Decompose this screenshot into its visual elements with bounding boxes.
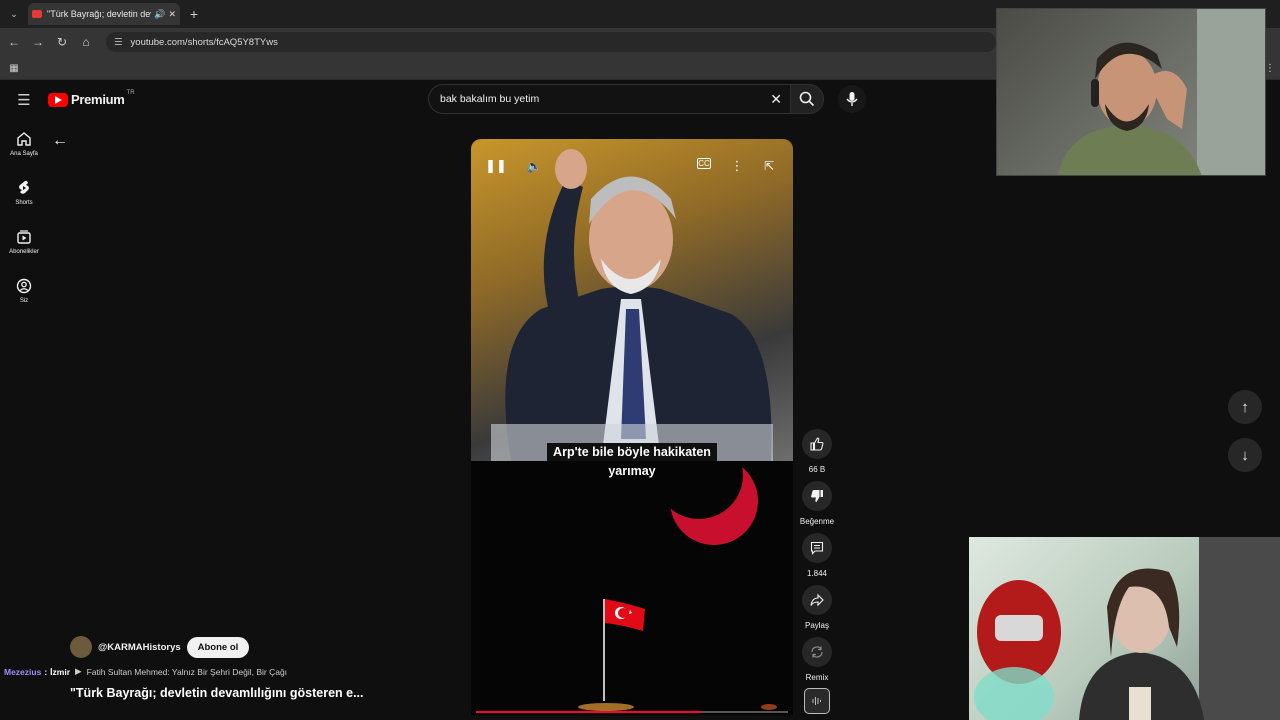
comments-circle[interactable] bbox=[802, 533, 832, 563]
remix-button[interactable]: Remix bbox=[801, 637, 833, 682]
video-progress-bar[interactable] bbox=[476, 711, 788, 713]
channel-info: @KARMAHistorys Abone ol bbox=[70, 636, 250, 658]
like-button[interactable]: 66 B bbox=[801, 429, 833, 474]
dislike-circle[interactable] bbox=[802, 481, 832, 511]
tab-list-icon[interactable]: ⌄ bbox=[6, 6, 22, 22]
shorts-video-player[interactable]: ❚❚ 🔈 CC ⋮ ⇱ Arp'te bile böyle hakikaten … bbox=[471, 139, 793, 715]
comment-count: 1.844 bbox=[806, 569, 828, 578]
share-icon bbox=[810, 593, 824, 607]
menu-icon[interactable]: ☰ bbox=[16, 92, 32, 109]
chat-separator: : bbox=[44, 666, 48, 677]
channel-handle[interactable]: @KARMAHistorys bbox=[98, 642, 181, 653]
address-bar[interactable]: ☰ youtube.com/shorts/fcAQ5Y8TYws bbox=[106, 32, 996, 52]
video-frame-flag bbox=[471, 431, 793, 715]
back-icon[interactable]: ← bbox=[6, 34, 22, 50]
sidebar-item-label: Ana Sayfa bbox=[10, 151, 38, 157]
moon-and-flag-scene bbox=[578, 431, 777, 711]
apps-grid-icon[interactable]: ▦ bbox=[6, 60, 22, 76]
chat-message: İzmir bbox=[50, 666, 71, 677]
share-button[interactable]: Paylaş bbox=[801, 585, 833, 630]
fullscreen-icon[interactable]: ⇱ bbox=[761, 158, 777, 174]
volume-icon[interactable]: 🔈 bbox=[526, 158, 542, 174]
search-value: bak bakalım bu yetim bbox=[440, 93, 540, 105]
subtitle-text-1: Arp'te bile böyle hakikaten bbox=[547, 443, 717, 461]
youtube-favicon-icon bbox=[32, 10, 42, 18]
browser-tab[interactable]: "Türk Bayrağı; devletin deva 🔊 ✕ bbox=[28, 3, 180, 25]
microphone-icon bbox=[846, 92, 858, 106]
more-options-icon[interactable]: ⋮ bbox=[729, 158, 745, 174]
search-button[interactable] bbox=[790, 84, 824, 114]
logo-text: Premium bbox=[71, 92, 125, 107]
like-count: 66 B bbox=[808, 465, 826, 474]
dislike-label: Beğenme bbox=[799, 517, 835, 526]
sidebar-item-home[interactable]: Ana Sayfa bbox=[0, 131, 48, 157]
video-title[interactable]: "Türk Bayrağı; devletin devamlılığını gö… bbox=[70, 686, 364, 700]
subscriptions-icon bbox=[17, 230, 31, 244]
suggested-video-title[interactable]: Fatih Sultan Mehmed: Yalnız Bir Şehri De… bbox=[87, 667, 287, 677]
back-arrow-icon[interactable]: ← bbox=[52, 132, 68, 149]
like-circle[interactable] bbox=[802, 429, 832, 459]
thumbs-down-icon bbox=[811, 490, 823, 502]
sidebar-item-subscriptions[interactable]: Abonelikler bbox=[0, 229, 48, 255]
youtube-logo-icon bbox=[48, 92, 68, 107]
streamer-webcam-2 bbox=[969, 537, 1280, 720]
forward-icon[interactable]: → bbox=[30, 34, 46, 50]
play-suggestion-icon: ▶ bbox=[75, 666, 82, 676]
progress-fill bbox=[476, 711, 701, 713]
remix-icon bbox=[811, 646, 823, 658]
home-browser-icon[interactable]: ⌂ bbox=[78, 34, 94, 50]
clear-search-icon[interactable]: ✕ bbox=[770, 91, 782, 108]
sidebar-item-label: Abonelikler bbox=[9, 249, 39, 255]
site-settings-icon[interactable]: ☰ bbox=[114, 37, 123, 48]
remix-circle[interactable] bbox=[802, 637, 832, 667]
pause-icon[interactable]: ❚❚ bbox=[485, 158, 507, 174]
share-label: Paylaş bbox=[804, 621, 829, 630]
sidebar-item-you[interactable]: Siz bbox=[0, 278, 48, 304]
subtitle-line-1: Arp'te bile böyle hakikaten bbox=[471, 443, 793, 461]
comment-icon bbox=[810, 541, 824, 555]
tab-title: "Türk Bayrağı; devletin deva bbox=[47, 9, 152, 19]
search-icon bbox=[799, 91, 815, 107]
url-text: youtube.com/shorts/fcAQ5Y8TYws bbox=[130, 36, 278, 48]
dislike-button[interactable]: Beğenme bbox=[799, 481, 835, 526]
account-icon bbox=[16, 278, 32, 294]
search-input[interactable]: bak bakalım bu yetim ✕ bbox=[428, 84, 790, 114]
subscribe-button[interactable]: Abone ol bbox=[186, 636, 250, 658]
voice-search-button[interactable] bbox=[838, 85, 866, 113]
comments-button[interactable]: 1.844 bbox=[801, 533, 833, 578]
webcam-person-1 bbox=[1057, 9, 1265, 175]
streamer-webcam-1 bbox=[996, 8, 1266, 176]
speaker-figure bbox=[491, 149, 773, 461]
chat-username: Mezezius bbox=[4, 666, 42, 677]
subtitle-line-2: yarımay bbox=[608, 464, 656, 478]
sidebar-item-shorts[interactable]: Shorts bbox=[0, 180, 48, 206]
reload-icon[interactable]: ↻ bbox=[54, 34, 70, 50]
sound-thumbnail[interactable] bbox=[804, 688, 830, 714]
chat-overlay: Mezezius : İzmir ▶ Fatih Sultan Mehmed: … bbox=[4, 666, 287, 677]
channel-avatar[interactable] bbox=[70, 636, 92, 658]
video-frame-interview: ❚❚ 🔈 CC ⋮ ⇱ bbox=[471, 139, 793, 461]
speaker-icon[interactable]: 🔊 bbox=[154, 9, 165, 20]
next-short-button[interactable]: ↓ bbox=[1228, 438, 1262, 472]
remix-label: Remix bbox=[805, 673, 829, 682]
arrow-up-icon: ↑ bbox=[1241, 398, 1249, 416]
arrow-down-icon: ↓ bbox=[1241, 446, 1249, 464]
close-tab-icon[interactable]: ✕ bbox=[168, 9, 176, 20]
youtube-premium-logo[interactable]: Premium TR bbox=[48, 89, 135, 107]
country-code: TR bbox=[126, 89, 135, 96]
sidebar-item-label: Shorts bbox=[15, 200, 33, 206]
shorts-icon bbox=[19, 180, 29, 194]
sidebar-item-label: Siz bbox=[19, 298, 29, 304]
home-icon bbox=[17, 132, 31, 146]
sound-button[interactable] bbox=[801, 688, 833, 714]
previous-short-button[interactable]: ↑ bbox=[1228, 390, 1262, 424]
thumbs-up-icon bbox=[810, 437, 824, 451]
webcam-person-2 bbox=[974, 537, 1280, 720]
closed-captions-icon[interactable]: CC bbox=[697, 158, 711, 169]
new-tab-icon[interactable]: + bbox=[186, 6, 202, 22]
audio-wave-icon bbox=[812, 697, 821, 705]
share-circle[interactable] bbox=[802, 585, 832, 615]
